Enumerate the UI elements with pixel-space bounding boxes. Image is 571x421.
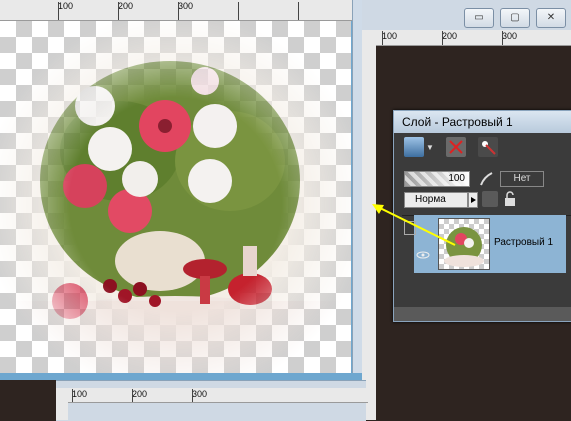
ruler-label: 200: [118, 1, 134, 11]
ruler-label: 300: [192, 389, 208, 399]
layers-toolbar: ▼: [394, 133, 571, 161]
minimize-button[interactable]: ▭: [464, 8, 494, 28]
horizontal-ruler: 100 200 300: [68, 388, 368, 403]
blend-mode-arrow-icon[interactable]: [468, 192, 478, 208]
lock-transparency-icon[interactable]: [482, 191, 498, 207]
ruler-label: 100: [382, 31, 398, 41]
horizontal-ruler: 100 200 300: [0, 0, 352, 21]
vertical-ruler: [56, 388, 68, 420]
yellow-arrow-annotation: [372, 204, 456, 246]
ruler-label: 300: [502, 31, 518, 41]
eye-icon[interactable]: [416, 251, 430, 259]
new-layer-icon[interactable]: [404, 137, 424, 157]
close-button[interactable]: ✕: [536, 8, 566, 28]
ruler-label: 100: [72, 389, 88, 399]
palette-bottom-bar: [394, 307, 571, 321]
document-window: 100 200 300: [0, 0, 363, 380]
chevron-down-icon[interactable]: ▼: [426, 143, 434, 152]
ruler-label: 200: [442, 31, 458, 41]
delete-layer-icon[interactable]: [446, 137, 466, 157]
ruler-label: 300: [178, 1, 194, 11]
brush-icon[interactable]: [478, 171, 496, 187]
mask-field[interactable]: Нет: [500, 171, 544, 187]
ruler-label: 200: [132, 389, 148, 399]
palette-title[interactable]: Слой - Растровый 1: [394, 111, 571, 133]
lock-icon[interactable]: [502, 191, 518, 207]
window-bottom-border: [0, 373, 362, 380]
close-icon: ✕: [546, 12, 556, 23]
layer-effects-icon[interactable]: [478, 137, 498, 157]
flower-bouquet-image: [0, 21, 351, 373]
ruler-label: 100: [58, 1, 74, 11]
horizontal-ruler: 100 200 300: [376, 30, 571, 46]
image-canvas[interactable]: [0, 21, 351, 373]
opacity-field[interactable]: 100: [404, 171, 470, 187]
maximize-button[interactable]: ▢: [500, 8, 530, 28]
layer-name: Растровый 1: [494, 237, 554, 248]
maximize-icon: ▢: [510, 12, 520, 23]
minimize-icon: ▭: [474, 12, 484, 23]
